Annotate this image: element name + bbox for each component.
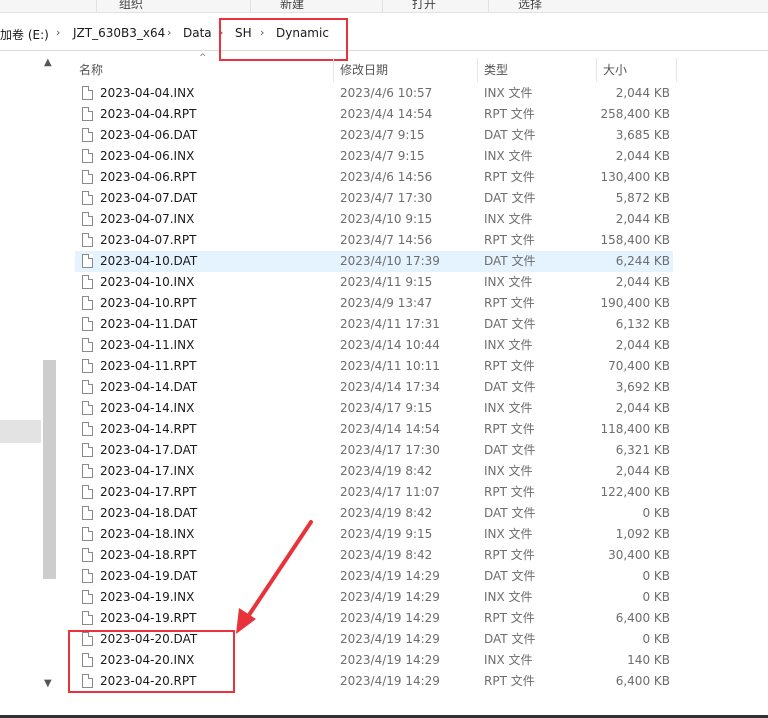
- annotation-arrow-icon: [236, 520, 313, 634]
